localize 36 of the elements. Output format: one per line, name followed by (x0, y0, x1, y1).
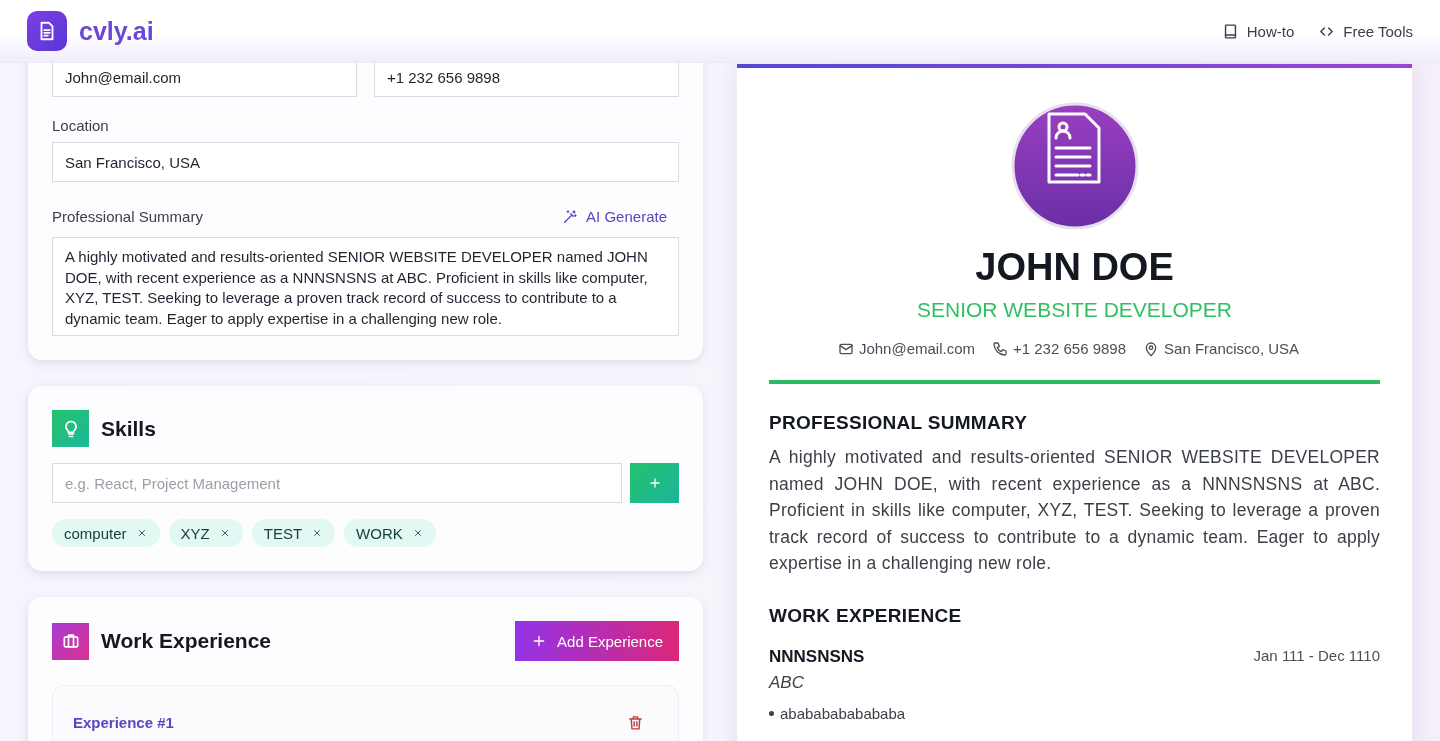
section-heading: WORK EXPERIENCE (769, 604, 963, 627)
job-company: ABC (769, 672, 805, 693)
skill-tag-label: computer (64, 524, 127, 542)
magic-wand-icon (562, 208, 579, 225)
nav-link[interactable]: Free Tools (1318, 22, 1413, 40)
phone-icon (992, 340, 1008, 357)
job-dates: Jan 111 - Dec 1110 (1253, 646, 1380, 666)
logo-text[interactable]: cvly.ai (79, 16, 154, 46)
logo-icon[interactable] (27, 11, 67, 51)
bullet-text: abababababababa (780, 704, 906, 722)
summary-textarea[interactable]: A highly motivated and results-oriented SENIOR WEBSITE DEVELOPER named JOHN DOE, with recent experience as a NNNSNSNS at ABC. Proficient in skills like computer, XYZ, TEST. Seeking to leverage a proven track record of success to contribute to a dynamic team. Eager to apply expertise in a challenging new role. (52, 237, 679, 336)
section-heading: PROFESSIONAL SUMMARY (769, 412, 1029, 434)
contact-text: John@email.com (858, 340, 975, 357)
skill-tag-label: XYZ (180, 524, 210, 542)
field-label: Location (52, 117, 110, 134)
skill-tag-label: TEST (263, 524, 303, 542)
resume-job-title: SENIOR WEBSITE DEVELOPER (915, 298, 1234, 322)
location-input[interactable]: San Francisco, USA (52, 142, 679, 182)
contact-text: San Francisco, USA (1164, 340, 1300, 357)
skill-tag-label: WORK (356, 524, 403, 542)
trash-icon (627, 714, 644, 731)
briefcase-glyph-icon (60, 631, 81, 651)
section-title: Skills (101, 416, 157, 441)
contact-text: +1 232 656 9898 (1013, 340, 1127, 357)
bullet-dot (769, 710, 774, 716)
skill-input[interactable]: e.g. React, Project Management (52, 463, 622, 503)
nav-link[interactable]: How-to (1221, 22, 1295, 40)
resume-name: JOHN DOE (974, 245, 1175, 290)
add-experience-button[interactable]: Add Experience (515, 621, 679, 661)
job-role: NNNSNSNS (769, 646, 865, 667)
summary-text: A highly motivated and results-oriented SENIOR WEBSITE DEVELOPER named JOHN DOE, with recent experience as a NNNSNSNS at ABC. Proficient in skills like computer, XYZ, TEST. Seeking to leverage a proven track record of success to contribute to a dynamic team. Eager to apply expertise in a challenging new role. (769, 446, 1380, 575)
section-title: Work Experience (101, 629, 273, 653)
field-label: Professional Summary (52, 208, 203, 225)
delete-button[interactable] (627, 714, 644, 731)
experience-label: Experience #1 (73, 714, 174, 731)
ai-generate-button[interactable]: AI Generate (562, 208, 679, 225)
